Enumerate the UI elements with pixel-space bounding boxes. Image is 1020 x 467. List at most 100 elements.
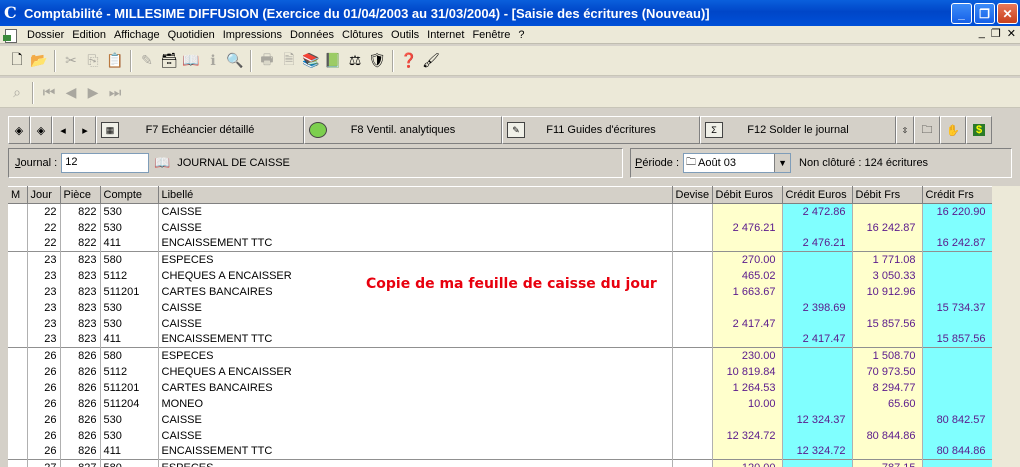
mdi-restore-button[interactable]: ❐ (991, 27, 1001, 40)
cell-credit-euros[interactable]: 12 324.37 (782, 411, 853, 428)
cell-m[interactable] (8, 363, 28, 380)
cell-credit-euros[interactable]: 2 472.86 (782, 203, 853, 220)
previous-record-icon[interactable]: ◀ (60, 82, 82, 104)
cell-devise[interactable] (672, 315, 713, 332)
menu-clotures[interactable]: Clôtures (338, 29, 387, 41)
edit-icon[interactable]: ✎ (136, 50, 158, 72)
cell-piece[interactable]: 822 (60, 203, 101, 220)
next-record-icon[interactable]: ▶ (82, 82, 104, 104)
cell-debit-frs[interactable] (852, 235, 923, 252)
binoculars-icon[interactable]: ⌕ (6, 82, 28, 104)
cell-piece[interactable]: 823 (60, 283, 101, 300)
cell-credit-frs[interactable] (922, 283, 993, 300)
cell-devise[interactable] (672, 363, 713, 380)
chevron-down-icon[interactable]: ▼ (774, 154, 791, 172)
validate-entry-button[interactable]: ◈ (8, 116, 30, 144)
print-setup-icon[interactable]: 🗃 (158, 50, 180, 72)
cell-debit-euros[interactable]: 12 324.72 (712, 427, 783, 444)
cell-credit-frs[interactable]: 16 242.87 (922, 235, 993, 252)
cell-debit-frs[interactable] (852, 299, 923, 316)
cell-credit-euros[interactable] (782, 427, 853, 444)
cell-credit-frs[interactable]: 80 844.86 (922, 443, 993, 460)
cell-credit-frs[interactable] (922, 251, 993, 268)
cell-credit-frs[interactable]: 80 842.57 (922, 411, 993, 428)
cell-jour[interactable]: 26 (27, 443, 61, 460)
cell-debit-frs[interactable] (852, 331, 923, 348)
cell-debit-euros[interactable]: 270.00 (712, 251, 783, 268)
cell-devise[interactable] (672, 203, 713, 220)
cell-jour[interactable]: 23 (27, 283, 61, 300)
cell-credit-frs[interactable]: 16 220.90 (922, 203, 993, 220)
cell-m[interactable] (8, 299, 28, 316)
cell-libelle[interactable]: CAISSE (158, 203, 673, 220)
book-icon[interactable]: 📖 (180, 50, 202, 72)
new-document-icon[interactable]: 🗋 (6, 50, 28, 72)
cell-jour[interactable]: 23 (27, 315, 61, 332)
cell-debit-frs[interactable]: 80 844.86 (852, 427, 923, 444)
cell-m[interactable] (8, 251, 28, 268)
previous-entry-button[interactable]: ◂ (52, 116, 74, 144)
cell-libelle[interactable]: ENCAISSEMENT TTC (158, 443, 673, 460)
col-m[interactable]: M (8, 186, 28, 204)
f7-echeancier-button[interactable]: ▦ F7 Echéancier détaillé (96, 116, 304, 144)
table-row[interactable]: 26 826 530 CAISSE 12 324.72 80 844.86 (8, 427, 993, 444)
cell-libelle[interactable]: CHEQUES A ENCAISSER (158, 363, 673, 380)
cell-compte[interactable]: 530 (100, 203, 159, 220)
cell-credit-frs[interactable] (922, 267, 993, 284)
search-icon[interactable]: 🔍 (224, 50, 246, 72)
mdi-minimize-button[interactable]: _ (979, 27, 985, 40)
col-devise[interactable]: Devise (672, 186, 713, 204)
cell-m[interactable] (8, 379, 28, 396)
cell-jour[interactable]: 22 (27, 203, 61, 220)
cell-libelle[interactable]: MONEO (158, 395, 673, 412)
cell-compte[interactable]: 511201 (100, 379, 159, 396)
cell-debit-euros[interactable] (712, 299, 783, 316)
cell-credit-frs[interactable]: 15 734.37 (922, 299, 993, 316)
cell-debit-euros[interactable]: 10 819.84 (712, 363, 783, 380)
cell-compte[interactable]: 530 (100, 315, 159, 332)
cell-credit-frs[interactable] (922, 363, 993, 380)
menu-dossier[interactable]: Dossier (23, 29, 68, 41)
cut-icon[interactable]: ✂ (60, 50, 82, 72)
table-row[interactable]: 23 823 530 CAISSE 2 398.69 15 734.37 (8, 299, 993, 316)
cell-m[interactable] (8, 235, 28, 252)
menu-impressions[interactable]: Impressions (219, 29, 286, 41)
cell-devise[interactable] (672, 219, 713, 236)
cell-m[interactable] (8, 347, 28, 364)
cell-libelle[interactable]: ENCAISSEMENT TTC (158, 331, 673, 348)
cell-debit-frs[interactable]: 15 857.56 (852, 315, 923, 332)
col-compte[interactable]: Compte (100, 186, 159, 204)
cell-jour[interactable]: 27 (27, 459, 61, 467)
table-row[interactable]: 26 826 511204 MONEO 10.00 65.60 (8, 395, 993, 412)
cell-compte[interactable]: 530 (100, 427, 159, 444)
cell-m[interactable] (8, 443, 28, 460)
cell-piece[interactable]: 826 (60, 395, 101, 412)
cell-debit-frs[interactable] (852, 203, 923, 220)
table-row[interactable]: 23 823 530 CAISSE 2 417.47 15 857.56 (8, 315, 993, 332)
menu-edition[interactable]: Edition (68, 29, 110, 41)
cell-compte[interactable]: 411 (100, 443, 159, 460)
menu-outils[interactable]: Outils (387, 29, 423, 41)
cell-credit-euros[interactable]: 12 324.72 (782, 443, 853, 460)
cell-piece[interactable]: 826 (60, 363, 101, 380)
cell-debit-frs[interactable] (852, 443, 923, 460)
cell-credit-frs[interactable] (922, 427, 993, 444)
cell-piece[interactable]: 823 (60, 315, 101, 332)
paste-icon[interactable]: 📋 (104, 50, 126, 72)
mdi-close-button[interactable]: ✕ (1007, 27, 1016, 40)
help-icon[interactable]: ❓ (398, 50, 420, 72)
col-jour[interactable]: Jour (27, 186, 61, 204)
cell-libelle[interactable]: CAISSE (158, 411, 673, 428)
cell-credit-euros[interactable]: 2 476.21 (782, 235, 853, 252)
ledger-icon[interactable]: 📚 (300, 50, 322, 72)
cell-debit-frs[interactable]: 16 242.87 (852, 219, 923, 236)
cell-piece[interactable]: 827 (60, 459, 101, 467)
cell-credit-euros[interactable] (782, 459, 853, 467)
last-record-icon[interactable]: ⏭ (104, 82, 126, 104)
cell-devise[interactable] (672, 443, 713, 460)
cell-compte[interactable]: 530 (100, 411, 159, 428)
cell-debit-euros[interactable] (712, 235, 783, 252)
cell-credit-euros[interactable] (782, 395, 853, 412)
cell-credit-euros[interactable] (782, 315, 853, 332)
fkeys-spinner[interactable]: ⇳ (896, 116, 914, 144)
